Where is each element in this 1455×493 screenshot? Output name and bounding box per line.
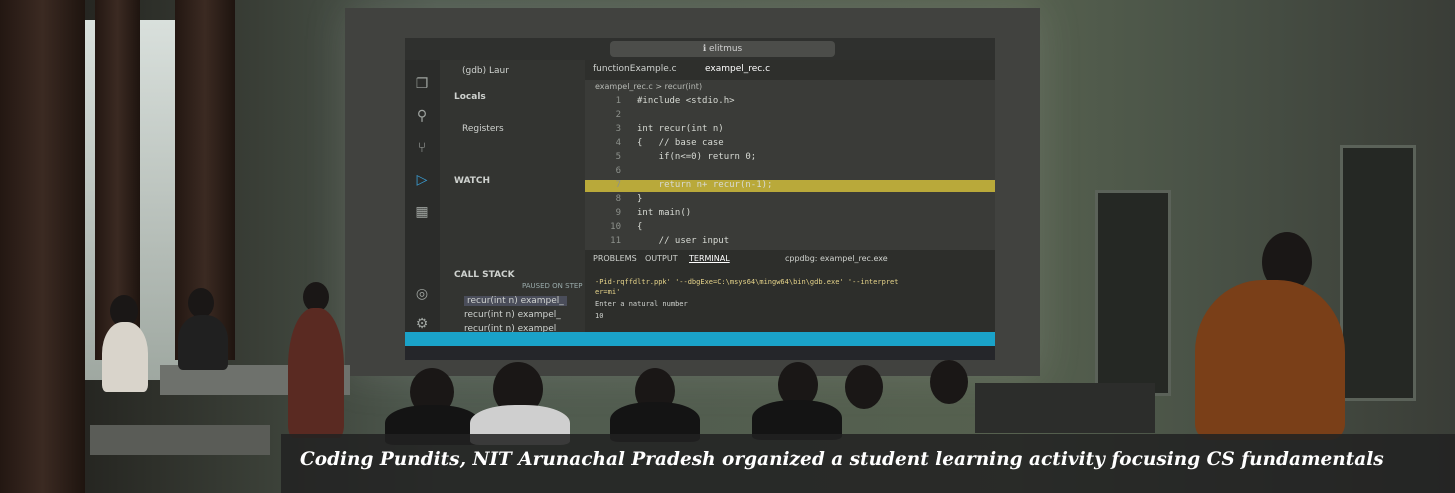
panel-tab-problems: PROBLEMS [593, 254, 637, 263]
presenter [288, 308, 344, 438]
table-right [975, 383, 1155, 433]
panel-tab-output: OUTPUT [645, 254, 678, 263]
audience-head [845, 365, 883, 409]
source-control-icon: ⑂ [417, 140, 427, 156]
projected-screen: ℹ elitmus ❐ ⚲ ⑂ ▷ ▦ ◎ ⚙ (gdb) Laur Local… [345, 8, 1040, 376]
presenter [102, 322, 148, 392]
ide-status-bar [405, 332, 995, 346]
paused-badge: PAUSED ON STEP [522, 282, 583, 290]
breadcrumb: exampel_rec.c > recur(int) [595, 82, 703, 91]
locals-header: Locals [454, 92, 486, 102]
settings-icon: ⚙ [415, 316, 429, 332]
current-line-highlight: 7 return n+ recur(n-1); [585, 180, 995, 192]
code-editor: functionExample.c exampel_rec.c exampel_… [585, 60, 995, 250]
terminal-task: cppdbg: exampel_rec.exe [785, 254, 888, 263]
registers-header: Registers [462, 124, 504, 134]
desk-front [90, 425, 270, 455]
account-icon: ◎ [415, 286, 429, 302]
terminal-line: er=mi' [595, 288, 621, 296]
explorer-icon: ❐ [415, 76, 429, 92]
terminal-line: Enter a natural number [595, 300, 688, 308]
caption-text: Coding Pundits, NIT Arunachal Pradesh or… [300, 449, 1384, 470]
ide-search-box: ℹ elitmus [610, 41, 835, 57]
debug-sidebar: (gdb) Laur Locals Registers WATCH CALL S… [440, 60, 585, 352]
call-stack-frame: recur(int n) exampel_ [464, 310, 561, 320]
extensions-icon: ▦ [415, 204, 429, 220]
debug-config: (gdb) Laur [462, 66, 509, 76]
watch-header: WATCH [454, 176, 491, 186]
run-debug-icon: ▷ [416, 172, 428, 188]
tab-function-example: functionExample.c [593, 64, 677, 74]
audience-head [930, 360, 968, 404]
call-stack-frame: recur(int n) exampel_ [464, 296, 567, 306]
windows-taskbar [405, 346, 995, 360]
presenter-head [188, 288, 214, 318]
standing-person [1195, 280, 1345, 440]
door-far-right [1340, 145, 1416, 401]
search-icon: ⚲ [416, 108, 428, 124]
editor-tabs: functionExample.c exampel_rec.c [585, 60, 995, 80]
tab-exampel-rec: exampel_rec.c [705, 64, 771, 74]
ide-activity-bar: ❐ ⚲ ⑂ ▷ ▦ ◎ ⚙ [405, 60, 440, 352]
door-right [1095, 190, 1171, 396]
terminal-line: 10 [595, 312, 604, 320]
curtain-left [0, 0, 85, 493]
presenter [178, 315, 228, 370]
call-stack-header: CALL STACK [454, 270, 515, 280]
terminal-line: -Pid-rqffdltr.ppk' '--dbgExe=C:\msys64\m… [595, 278, 899, 286]
panel-tab-terminal: TERMINAL [689, 254, 730, 263]
